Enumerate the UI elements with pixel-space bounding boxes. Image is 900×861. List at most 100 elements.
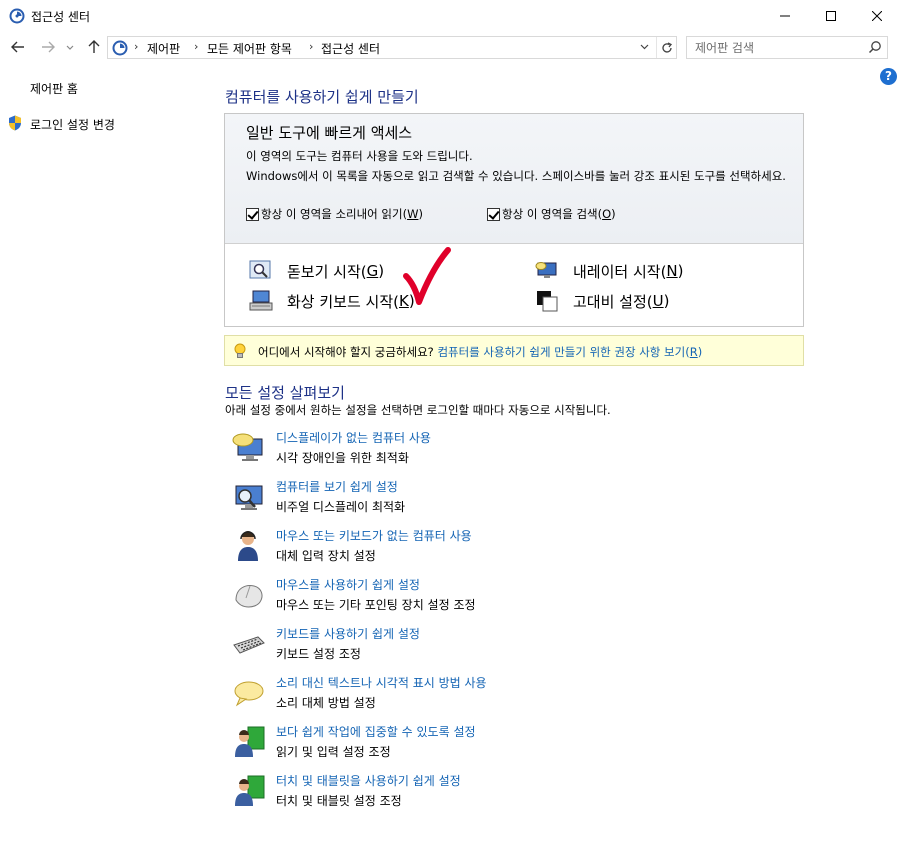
refresh-icon (661, 41, 672, 53)
link-label-end: ) (697, 345, 703, 359)
setting-link[interactable]: 컴퓨터를 보기 쉽게 설정 (276, 478, 398, 495)
ease-of-access-icon (9, 8, 25, 24)
sidebar-item-change-login-settings[interactable]: 로그인 설정 변경 (30, 116, 115, 133)
tool-label-end: ) (677, 262, 684, 280)
setting-item: 마우스 또는 키보드가 없는 컴퓨터 사용 대체 입력 장치 설정 (232, 527, 792, 571)
quick-access-header: 일반 도구에 빠르게 액세스 이 영역의 도구는 컴퓨터 사용을 도와 드립니다… (225, 114, 803, 244)
explore-settings-heading: 모든 설정 살펴보기 (225, 384, 345, 402)
back-button[interactable] (8, 37, 28, 57)
tip-bar: 어디에서 시작해야 할지 궁금하세요? 컴퓨터를 사용하기 쉽게 만들기 위한 … (224, 335, 804, 366)
setting-link[interactable]: 소리 대신 텍스트나 시각적 표시 방법 사용 (276, 674, 487, 691)
tool-label: 고대비 설정( (573, 292, 653, 311)
access-key: R (689, 345, 698, 359)
quick-access-title: 일반 도구에 빠르게 액세스 (246, 124, 413, 142)
checkbox-checked[interactable] (246, 207, 259, 221)
tool-label: 화상 키보드 시작( (287, 292, 399, 311)
setting-desc: 읽기 및 입력 설정 조정 (276, 745, 391, 759)
window-title: 접근성 센터 (31, 10, 91, 24)
setting-item: 마우스를 사용하기 쉽게 설정 마우스 또는 기타 포인팅 장치 설정 조정 (232, 576, 792, 620)
checkbox-label-end: ) (418, 207, 423, 221)
narrator-start-link[interactable]: 내레이터 시작(N) (535, 260, 684, 282)
checkbox-label: 항상 이 영역을 검색( (502, 207, 603, 221)
page-title: 컴퓨터를 사용하기 쉽게 만들기 (225, 88, 419, 106)
quick-access-desc-windows: Windows에서 이 목록을 자동으로 읽고 검색할 수 있습니다. 스페이스… (246, 169, 786, 183)
breadcrumb-ease-of-access[interactable]: 접근성 센터 (321, 40, 380, 57)
setting-link[interactable]: 마우스를 사용하기 쉽게 설정 (276, 576, 420, 593)
setting-link[interactable]: 보다 쉽게 작업에 집중할 수 있도록 설정 (276, 723, 476, 740)
access-key: U (652, 292, 664, 310)
setting-link[interactable]: 터치 및 태블릿을 사용하기 쉽게 설정 (276, 772, 461, 789)
magnifier-start-link[interactable]: 돋보기 시작(G) (249, 260, 384, 282)
speech-bubble-icon (234, 681, 264, 707)
setting-desc: 마우스 또는 기타 포인팅 장치 설정 조정 (276, 598, 476, 612)
lightbulb-icon (234, 343, 246, 358)
help-button[interactable]: ? (880, 68, 897, 85)
tip-text: 어디에서 시작해야 할지 궁금하세요? 컴퓨터를 사용하기 쉽게 만들기 위한 … (258, 344, 702, 360)
high-contrast-settings-link[interactable]: 고대비 설정(U) (535, 290, 669, 312)
tool-label: 내레이터 시작( (573, 262, 667, 281)
control-panel-icon (112, 40, 128, 56)
minimize-button[interactable] (762, 0, 808, 32)
quick-access-panel: 일반 도구에 빠르게 액세스 이 영역의 도구는 컴퓨터 사용을 도와 드립니다… (224, 113, 804, 327)
access-key: N (666, 262, 678, 280)
close-button[interactable] (854, 0, 900, 32)
keyboard-icon (233, 636, 265, 654)
access-key: W (407, 207, 419, 221)
setting-desc: 비주얼 디스플레이 최적화 (276, 500, 406, 514)
breadcrumb-separator: › (134, 40, 139, 53)
recent-locations-button[interactable] (63, 38, 77, 58)
title-bar: 접근성 센터 (0, 0, 900, 32)
forward-button[interactable] (38, 37, 58, 57)
setting-item: 컴퓨터를 보기 쉽게 설정 비주얼 디스플레이 최적화 (232, 478, 792, 522)
access-key: O (602, 207, 612, 221)
monitor-speech-icon (232, 433, 263, 461)
tip-question: 어디에서 시작해야 할지 궁금하세요? (258, 345, 434, 359)
breadcrumb-separator: › (194, 40, 199, 53)
recommendations-link[interactable]: 컴퓨터를 사용하기 쉽게 만들기 위한 권장 사항 보기(R) (437, 345, 702, 359)
read-aloud-checkbox[interactable]: 항상 이 영역을 소리내어 읽기(W) (246, 206, 423, 222)
address-bar[interactable]: › 제어판 › 모든 제어판 항목 › 접근성 센터 (107, 36, 677, 59)
close-icon (872, 11, 882, 21)
refresh-button[interactable] (656, 37, 676, 58)
link-label: 컴퓨터를 사용하기 쉽게 만들기 위한 권장 사항 보기( (437, 345, 690, 359)
breadcrumb-separator: › (309, 40, 314, 53)
setting-item: 터치 및 태블릿을 사용하기 쉽게 설정 터치 및 태블릿 설정 조정 (232, 772, 792, 816)
search-input[interactable] (687, 37, 857, 58)
breadcrumb-control-panel[interactable]: 제어판 (147, 40, 180, 57)
checkbox-label-end: ) (611, 207, 616, 221)
forward-arrow-icon (42, 41, 55, 53)
checkbox-checked[interactable] (487, 207, 500, 221)
on-screen-keyboard-icon (249, 290, 273, 311)
setting-link[interactable]: 마우스 또는 키보드가 없는 컴퓨터 사용 (276, 527, 472, 544)
setting-desc: 대체 입력 장치 설정 (276, 549, 376, 563)
setting-desc: 키보드 설정 조정 (276, 647, 361, 661)
up-button[interactable] (84, 37, 104, 57)
maximize-button[interactable] (808, 0, 854, 32)
access-key: G (366, 262, 379, 280)
breadcrumb-all-items[interactable]: 모든 제어판 항목 (207, 40, 292, 57)
users-touch-icon (235, 775, 265, 806)
on-screen-keyboard-start-link[interactable]: 화상 키보드 시작(K) (249, 290, 415, 312)
maximize-icon (826, 11, 836, 21)
mouse-icon (235, 585, 263, 608)
address-dropdown-icon[interactable] (640, 44, 649, 50)
scan-area-checkbox[interactable]: 항상 이 영역을 검색(O) (487, 206, 616, 222)
setting-link[interactable]: 키보드를 사용하기 쉽게 설정 (276, 625, 420, 642)
tool-label-end: ) (378, 262, 385, 280)
search-icon[interactable] (868, 40, 882, 54)
monitor-magnifier-icon (235, 485, 263, 510)
red-checkmark-annotation (403, 247, 451, 305)
search-box[interactable] (686, 36, 888, 59)
setting-desc: 소리 대체 방법 설정 (276, 696, 376, 710)
person-headset-icon (238, 531, 258, 561)
setting-desc: 터치 및 태블릿 설정 조정 (276, 794, 402, 808)
setting-item: 디스플레이가 없는 컴퓨터 사용 시각 장애인을 위한 최적화 (232, 429, 792, 473)
chevron-down-icon (66, 45, 74, 50)
sidebar-item-control-panel-home[interactable]: 제어판 홈 (30, 80, 78, 97)
magnifier-icon (249, 260, 271, 279)
setting-link[interactable]: 디스플레이가 없는 컴퓨터 사용 (276, 429, 431, 446)
users-icon (235, 726, 265, 757)
setting-item: 보다 쉽게 작업에 집중할 수 있도록 설정 읽기 및 입력 설정 조정 (232, 723, 792, 767)
checkbox-label: 항상 이 영역을 소리내어 읽기( (261, 207, 408, 221)
quick-access-desc: 이 영역의 도구는 컴퓨터 사용을 도와 드립니다. (246, 149, 473, 163)
